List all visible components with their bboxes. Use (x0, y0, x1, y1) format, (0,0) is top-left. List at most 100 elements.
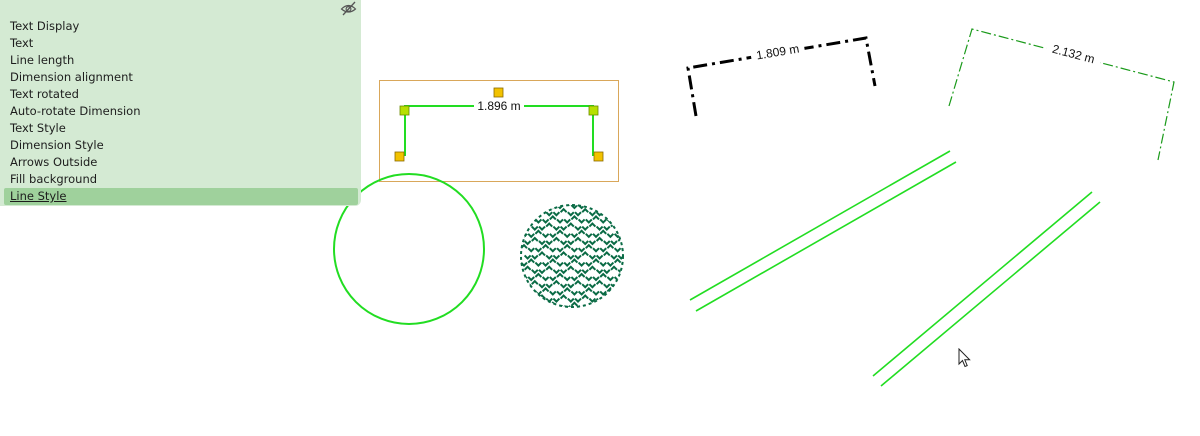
hatch-mark (588, 283, 597, 289)
grip-handle[interactable] (399, 105, 410, 116)
hatch-mark (570, 258, 579, 264)
menu-item-text-display[interactable]: Text Display (0, 18, 361, 35)
black-dimension[interactable]: 1.809 m (686, 36, 877, 117)
hatch-mark (610, 254, 618, 260)
grip-handle[interactable] (588, 105, 599, 116)
hatch-mark (531, 236, 539, 242)
hatch-mark (610, 211, 618, 217)
menu-item-text-rotated[interactable]: Text rotated (0, 86, 361, 103)
hatch-mark (610, 240, 618, 246)
hatch-mark (552, 236, 561, 242)
hatch-mark (621, 218, 623, 224)
menu-item-dimension-style[interactable]: Dimension Style (0, 137, 361, 154)
hatch-mark (549, 276, 557, 282)
parallel-line[interactable] (689, 150, 951, 301)
selected-dimension[interactable]: 1.896 m (379, 80, 619, 182)
hatch-mark (545, 265, 553, 271)
hatch-mark (585, 205, 593, 206)
hatch-mark (621, 290, 623, 296)
hatch-mark (585, 261, 593, 268)
menu-item-text-style[interactable]: Text Style (0, 120, 361, 137)
hatch-mark (581, 207, 589, 213)
dimension-line-selected[interactable] (404, 105, 594, 156)
grip-handle[interactable] (493, 87, 504, 98)
hatch-mark (592, 258, 600, 264)
menu-header (0, 0, 361, 18)
grip-handle[interactable] (593, 151, 604, 162)
hatch-mark (523, 265, 532, 271)
hatch-mark (599, 218, 607, 224)
hatch-mark (574, 236, 582, 242)
hatch-mark (552, 254, 561, 260)
hatch-mark (552, 269, 561, 275)
hatch-mark (625, 209, 631, 212)
grip-handle[interactable] (394, 151, 405, 162)
hatch-mark (603, 207, 611, 213)
hatch-mark (595, 225, 604, 232)
menu-item-fill-background[interactable]: Fill background (0, 171, 361, 188)
hatch-mark (570, 276, 579, 282)
hatch-mark (595, 269, 604, 275)
parallel-line[interactable] (880, 201, 1101, 387)
hatch-mark (570, 247, 579, 253)
hatch-mark (592, 214, 600, 221)
hatch-mark (552, 297, 561, 304)
hatch-mark (531, 269, 539, 275)
hatch-mark (613, 214, 622, 221)
hatch-mark (570, 233, 579, 239)
hatch-mark (534, 205, 543, 210)
hatch-mark (603, 283, 611, 289)
hatch-mark (599, 305, 607, 307)
hatch-mark (521, 276, 528, 282)
menu-item-dimension-alignment[interactable]: Dimension alignment (0, 69, 361, 86)
menu-item-text[interactable]: Text (0, 35, 361, 52)
hatch-mark (606, 305, 615, 307)
hatch-mark (577, 290, 586, 296)
mouse-cursor-icon (958, 348, 971, 368)
menu-item-auto-rotate-dimension[interactable]: Auto-rotate Dimension (0, 103, 361, 120)
hatch-mark (563, 243, 571, 249)
menu-item-line-style[interactable]: Line Style (4, 188, 358, 205)
hatch-mark (588, 265, 597, 271)
hatch-mark (621, 272, 623, 278)
hatch-mark (574, 279, 582, 285)
hatch-mark (592, 276, 600, 282)
parallel-line[interactable] (695, 161, 957, 312)
hatch-mark (545, 254, 553, 260)
hatch-mark (567, 222, 575, 228)
hatch-mark (592, 247, 600, 253)
hatch-mark (567, 240, 575, 246)
hatch-mark (606, 276, 615, 282)
hatch-mark (538, 250, 546, 257)
menu-item-arrows-outside[interactable]: Arrows Outside (0, 154, 361, 171)
hatch-mark (599, 229, 607, 235)
hatch-mark (521, 205, 528, 206)
hatch-mark (603, 269, 611, 275)
eye-slash-icon[interactable] (340, 1, 357, 16)
hatch-mark (599, 205, 607, 210)
hatch-mark (521, 218, 528, 224)
menu-item-line-length[interactable]: Line length (0, 52, 361, 69)
hatch-mark (585, 305, 593, 307)
hatch-mark (538, 207, 546, 213)
hatch-mark (531, 279, 539, 285)
hatch-mark (606, 205, 615, 206)
parallel-line[interactable] (872, 191, 1093, 377)
green-dashdot-dimension[interactable]: 2.132 m (948, 28, 1175, 161)
hatch-mark (577, 247, 586, 253)
hatch-mark (556, 218, 564, 224)
hatch-mark (563, 286, 571, 293)
hatch-mark (531, 211, 539, 217)
hatch-mark (567, 254, 575, 260)
hatch-mark (581, 294, 589, 300)
hatch-mark (588, 211, 597, 217)
hatched-circle[interactable] (520, 202, 631, 309)
hatch-mark (549, 290, 557, 296)
hatch-mark (585, 218, 593, 224)
hatch-mark (523, 240, 532, 246)
hatch-mark (625, 227, 631, 230)
hatch-mark (541, 205, 550, 206)
hatch-mark (617, 211, 623, 217)
hatch-mark (545, 283, 553, 289)
hatch-mark (581, 225, 589, 232)
